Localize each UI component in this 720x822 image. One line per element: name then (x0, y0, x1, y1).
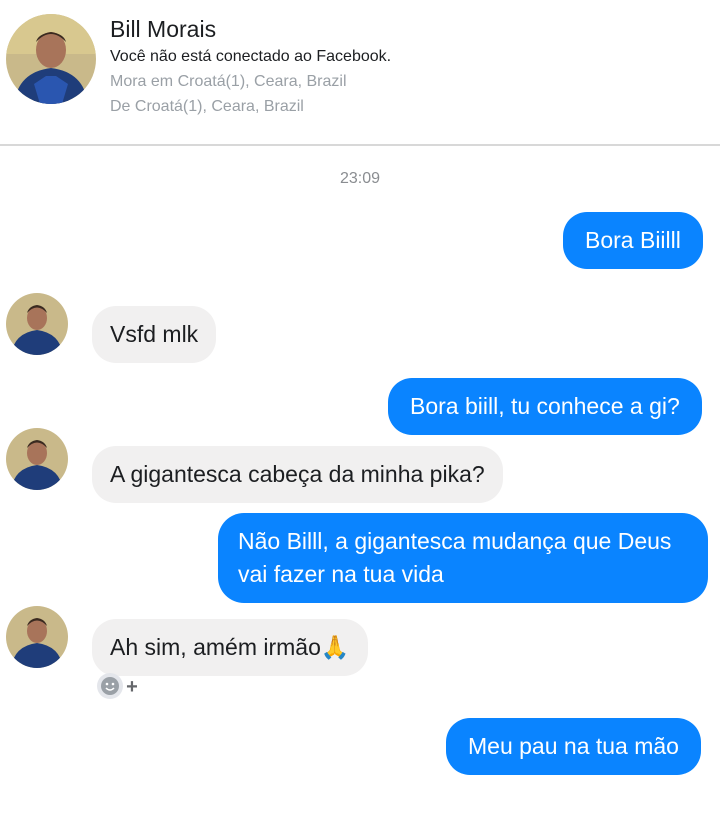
add-reaction-button[interactable]: + (96, 672, 144, 700)
outgoing-message[interactable]: Bora biill, tu conhece a gi? (388, 378, 702, 435)
sender-avatar[interactable] (6, 428, 68, 490)
incoming-message[interactable]: Ah sim, amém irmão🙏 (92, 619, 368, 676)
sender-avatar[interactable] (6, 293, 68, 355)
message-timestamp: 23:09 (339, 170, 381, 187)
smiley-icon (101, 677, 119, 695)
chat-header: Bill Morais Você não está conectado ao F… (0, 0, 720, 146)
contact-name[interactable]: Bill Morais (110, 16, 216, 43)
incoming-message[interactable]: A gigantesca cabeça da minha pika? (92, 446, 503, 503)
outgoing-message[interactable]: Meu pau na tua mão (446, 718, 701, 775)
hometown-info: De Croatá(1), Ceara, Brazil (110, 98, 304, 115)
profile-avatar[interactable] (6, 14, 96, 104)
outgoing-message[interactable]: Bora Biilll (563, 212, 703, 269)
lives-in-info: Mora em Croatá(1), Ceara, Brazil (110, 73, 347, 90)
sender-avatar[interactable] (6, 606, 68, 668)
header-divider (0, 144, 720, 146)
plus-icon: + (126, 676, 138, 698)
incoming-message[interactable]: Vsfd mlk (92, 306, 217, 363)
outgoing-message[interactable]: Não Billl, a gigantesca mudança que Deus… (218, 513, 708, 603)
connection-status: Você não está conectado ao Facebook. (110, 48, 392, 65)
